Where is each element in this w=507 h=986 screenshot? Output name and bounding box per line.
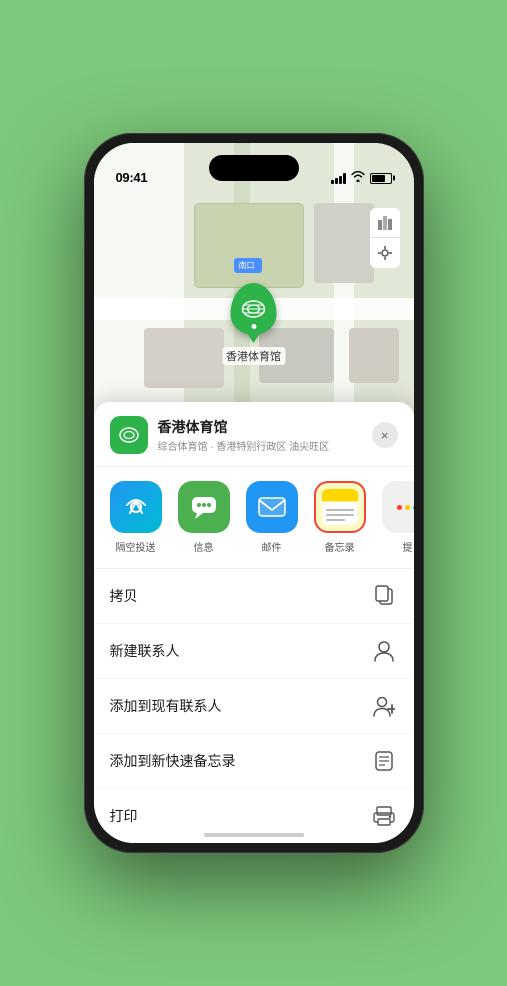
add-notes-label: 添加到新快速备忘录 [110, 751, 236, 771]
map-type-button[interactable] [370, 208, 400, 238]
action-new-contact[interactable]: 新建联系人 [94, 624, 414, 679]
notes-icon [314, 481, 366, 533]
print-icon [370, 802, 398, 830]
wifi-icon [351, 171, 365, 185]
print-label: 打印 [110, 806, 138, 826]
status-icons [331, 171, 392, 185]
share-notes[interactable]: 备忘录 [314, 481, 366, 554]
share-more[interactable]: 提 [382, 481, 414, 554]
more-label: 提 [403, 539, 413, 554]
copy-label: 拷贝 [110, 586, 138, 606]
share-airdrop[interactable]: 隔空投送 [110, 481, 162, 554]
bottom-sheet: 香港体育馆 综合体育馆 · 香港特别行政区 油尖旺区 × [94, 402, 414, 843]
marker-pin [231, 283, 277, 335]
copy-icon [370, 582, 398, 610]
location-name: 香港体育馆 [158, 417, 372, 437]
add-existing-label: 添加到现有联系人 [110, 696, 222, 716]
more-dots [397, 505, 414, 510]
airdrop-label: 隔空投送 [116, 539, 156, 554]
airdrop-icon [110, 481, 162, 533]
action-list: 拷贝 新建联系人 [94, 569, 414, 843]
person-icon [370, 637, 398, 665]
signal-icon [331, 173, 346, 184]
location-info: 香港体育馆 综合体育馆 · 香港特别行政区 油尖旺区 [158, 417, 372, 453]
location-header: 香港体育馆 综合体育馆 · 香港特别行政区 油尖旺区 × [94, 402, 414, 467]
map-controls [370, 208, 400, 268]
status-time: 09:41 [116, 170, 148, 185]
action-add-notes[interactable]: 添加到新快速备忘录 [94, 734, 414, 789]
close-button[interactable]: × [372, 422, 398, 448]
stadium-marker[interactable]: 香港体育馆 [222, 283, 285, 365]
new-contact-label: 新建联系人 [110, 641, 180, 661]
map-label-nankou: 南口 [234, 258, 262, 273]
more-icon [382, 481, 414, 533]
action-add-existing[interactable]: 添加到现有联系人 [94, 679, 414, 734]
person-add-icon [370, 692, 398, 720]
share-message[interactable]: 信息 [178, 481, 230, 554]
location-button[interactable] [370, 238, 400, 268]
action-copy[interactable]: 拷贝 [94, 569, 414, 624]
dynamic-island [209, 155, 299, 181]
mail-icon [246, 481, 298, 533]
marker-label: 香港体育馆 [222, 347, 285, 365]
location-description: 综合体育馆 · 香港特别行政区 油尖旺区 [158, 438, 372, 453]
notes-label: 备忘录 [325, 539, 355, 554]
location-venue-icon [110, 416, 148, 454]
battery-icon [370, 173, 392, 184]
phone-frame: 09:41 [84, 133, 424, 853]
message-label: 信息 [194, 539, 214, 554]
phone-screen: 09:41 [94, 143, 414, 843]
message-icon [178, 481, 230, 533]
note-icon [370, 747, 398, 775]
share-mail[interactable]: 邮件 [246, 481, 298, 554]
share-row: 隔空投送 信息 [94, 467, 414, 569]
home-indicator [204, 833, 304, 837]
mail-label: 邮件 [262, 539, 282, 554]
